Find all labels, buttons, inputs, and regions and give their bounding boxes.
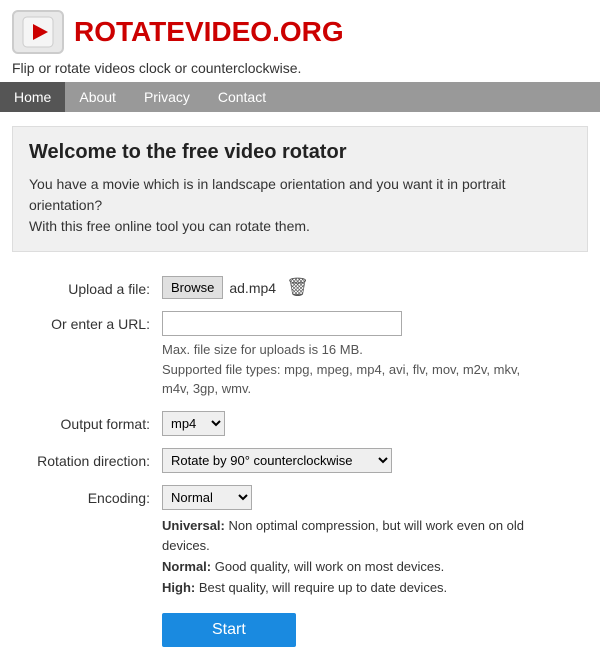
output-format-select[interactable]: mp4 avi mov mkv flv wmv mpeg — [162, 411, 225, 436]
encoding-normal-desc: Good quality, will work on most devices. — [211, 559, 444, 574]
logo-text: ROTATEVIDEO.ORG — [74, 16, 344, 48]
encoding-select[interactable]: Normal Universal High — [162, 485, 252, 510]
welcome-line1: You have a movie which is in landscape o… — [29, 176, 506, 213]
header: ROTATEVIDEO.ORG — [0, 0, 600, 60]
encoding-high-desc: Best quality, will require up to date de… — [195, 580, 447, 595]
nav-item-contact[interactable]: Contact — [204, 82, 280, 112]
welcome-text: You have a movie which is in landscape o… — [29, 174, 571, 237]
browse-button[interactable]: Browse — [162, 276, 223, 299]
file-info-line2: Supported file types: mpg, mpeg, mp4, av… — [162, 362, 520, 397]
url-input[interactable] — [162, 311, 402, 336]
welcome-title: Welcome to the free video rotator — [29, 141, 571, 164]
nav-item-about[interactable]: About — [65, 82, 130, 112]
file-info: Max. file size for uploads is 16 MB. Sup… — [162, 340, 542, 399]
upload-content: Browse ad.mp4 🗑 — [162, 276, 309, 299]
output-format-content: mp4 avi mov mkv flv wmv mpeg — [162, 411, 225, 436]
tagline: Flip or rotate videos clock or countercl… — [0, 60, 600, 82]
welcome-line2: With this free online tool you can rotat… — [29, 218, 310, 234]
encoding-row: Encoding: Normal Universal High Universa… — [12, 485, 588, 599]
form-area: Upload a file: Browse ad.mp4 🗑 Or enter … — [0, 266, 600, 663]
nav-item-home[interactable]: Home — [0, 82, 65, 112]
url-label: Or enter a URL: — [12, 311, 162, 332]
welcome-box: Welcome to the free video rotator You ha… — [12, 126, 588, 252]
encoding-info: Universal: Non optimal compression, but … — [162, 516, 542, 599]
encoding-universal-label: Universal: — [162, 518, 225, 533]
url-content: Max. file size for uploads is 16 MB. Sup… — [162, 311, 542, 399]
rotation-row: Rotation direction: Rotate by 90° counte… — [12, 448, 588, 473]
output-format-row: Output format: mp4 avi mov mkv flv wmv m… — [12, 411, 588, 436]
trash-icon[interactable]: 🗑 — [286, 277, 309, 298]
url-row: Or enter a URL: Max. file size for uploa… — [12, 311, 588, 399]
upload-label: Upload a file: — [12, 276, 162, 297]
nav-item-privacy[interactable]: Privacy — [130, 82, 204, 112]
encoding-label: Encoding: — [12, 485, 162, 506]
rotation-label: Rotation direction: — [12, 448, 162, 469]
file-info-line1: Max. file size for uploads is 16 MB. — [162, 342, 363, 357]
output-format-label: Output format: — [12, 411, 162, 432]
encoding-normal-label: Normal: — [162, 559, 211, 574]
nav-bar: Home About Privacy Contact — [0, 82, 600, 112]
logo-icon — [12, 10, 64, 54]
rotation-content: Rotate by 90° counterclockwise Rotate by… — [162, 448, 392, 473]
upload-row: Upload a file: Browse ad.mp4 🗑 — [12, 276, 588, 299]
rotation-select[interactable]: Rotate by 90° counterclockwise Rotate by… — [162, 448, 392, 473]
encoding-high-label: High: — [162, 580, 195, 595]
encoding-content: Normal Universal High Universal: Non opt… — [162, 485, 542, 599]
filename: ad.mp4 — [229, 280, 276, 296]
